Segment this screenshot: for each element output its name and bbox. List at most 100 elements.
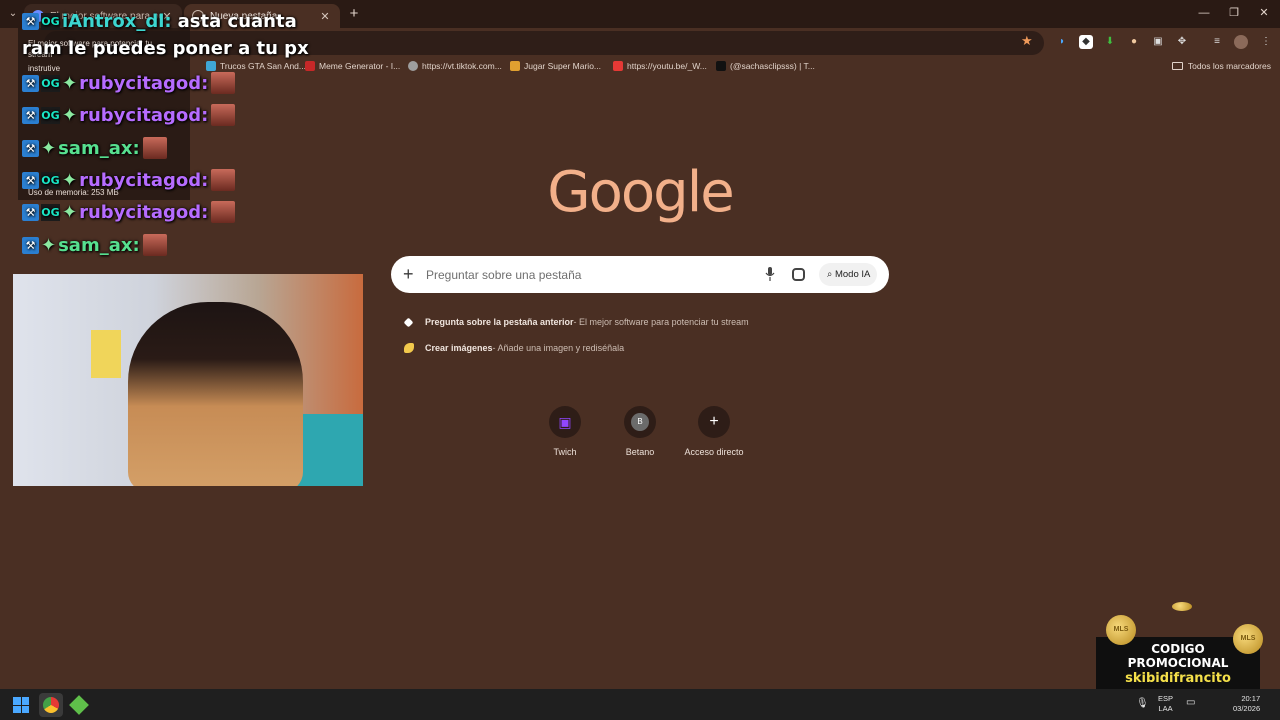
microphone-icon[interactable] bbox=[765, 267, 775, 281]
chat-message: ⚒ OG ✦ rubycitagod: bbox=[22, 104, 236, 126]
chat-text: asta cuanta bbox=[177, 11, 297, 32]
moderator-badge-icon: ⚒ bbox=[22, 106, 39, 124]
suggestion-ask-previous-tab[interactable]: Pregunta sobre la pestaña anterior - El … bbox=[403, 317, 749, 327]
search-input[interactable]: Preguntar sobre una pestaña bbox=[426, 268, 581, 282]
chat-message-continued: ram le puedes poner a tu px bbox=[22, 38, 309, 59]
emote-image bbox=[211, 169, 236, 191]
bookmark-item[interactable]: (@sachasclipsss) | T... bbox=[716, 61, 815, 71]
media-controls-icon[interactable]: ≡ bbox=[1210, 35, 1224, 49]
close-tab-icon[interactable]: ✕ bbox=[318, 10, 332, 23]
chat-message: ⚒ OG iAntrox_dl: asta cuanta bbox=[22, 11, 297, 32]
shortcut-twich[interactable]: ▣ Twich bbox=[530, 406, 600, 457]
network-icon[interactable]: ▭ bbox=[1186, 698, 1195, 708]
bookmark-star-icon[interactable]: ★ bbox=[1021, 33, 1033, 49]
folder-icon bbox=[1171, 62, 1183, 70]
tiktok-icon bbox=[716, 61, 726, 71]
coin-icon: MLS bbox=[1106, 615, 1136, 645]
og-badge-icon: OG bbox=[41, 106, 60, 124]
moderator-badge-icon: ⚒ bbox=[22, 236, 39, 254]
tab-search-button[interactable]: ⌄ bbox=[4, 5, 22, 23]
chat-message: ⚒ OG ✦ rubycitagod: bbox=[22, 169, 236, 191]
clock-date: 03/2026 bbox=[1233, 704, 1261, 713]
extension-download-icon[interactable]: ⬇ bbox=[1103, 35, 1117, 49]
extension-gamepad-icon[interactable]: ▣ bbox=[1151, 35, 1165, 49]
shortcut-betano[interactable]: B Betano bbox=[605, 406, 675, 457]
og-badge-icon: OG bbox=[41, 203, 60, 221]
chrome-taskbar-button[interactable] bbox=[39, 693, 63, 717]
og-badge-icon: OG bbox=[41, 74, 60, 92]
coin-icon: MLS bbox=[1233, 624, 1263, 654]
webcam-overlay bbox=[13, 274, 363, 486]
og-badge-icon: OG bbox=[41, 13, 60, 30]
language-indicator[interactable]: ESP LAA bbox=[1158, 694, 1173, 714]
add-context-icon[interactable]: + bbox=[403, 264, 414, 284]
og-badge-icon: OG bbox=[41, 171, 60, 189]
suggestion-create-images[interactable]: Crear imágenes - Añade una imagen y redi… bbox=[404, 343, 624, 353]
emote-image bbox=[142, 234, 167, 256]
google-lens-icon[interactable] bbox=[792, 268, 805, 281]
plus-icon: + bbox=[698, 406, 730, 438]
bookmark-favicon-icon bbox=[305, 61, 315, 71]
microphone-tray-icon[interactable]: 🎙 bbox=[1136, 699, 1149, 709]
promo-code: skibidifrancito bbox=[1125, 671, 1231, 686]
new-tab-button[interactable]: + bbox=[345, 5, 363, 23]
bookmark-item[interactable]: https://vt.tiktok.com... bbox=[408, 61, 502, 71]
search-box[interactable]: + Preguntar sobre una pestaña ⌕ Modo IA bbox=[391, 256, 889, 293]
moderator-badge-icon: ⚒ bbox=[22, 203, 39, 221]
chat-message: ⚒ ✦ sam_ax: bbox=[22, 137, 167, 159]
all-bookmarks-button[interactable]: Todos los marcadores bbox=[1171, 61, 1271, 71]
betano-icon: B bbox=[624, 406, 656, 438]
bookmark-item[interactable]: https://youtu.be/_W... bbox=[613, 61, 707, 71]
emote-image bbox=[211, 201, 236, 223]
bookmark-item[interactable]: Meme Generator - I... bbox=[305, 61, 400, 71]
twitch-icon: ▣ bbox=[549, 406, 581, 438]
coin-icon bbox=[1172, 602, 1192, 611]
moderator-badge-icon: ⚒ bbox=[22, 74, 39, 92]
extension-wifi-icon[interactable]: ◗ bbox=[1055, 35, 1069, 49]
moderator-badge-icon: ⚒ bbox=[22, 171, 39, 189]
minimize-button[interactable]: — bbox=[1188, 4, 1220, 22]
moderator-badge-icon: ⚒ bbox=[22, 139, 39, 157]
bookmark-item[interactable]: Trucos GTA San And... bbox=[206, 61, 306, 71]
app-taskbar-button[interactable] bbox=[67, 693, 91, 717]
shortcut-label: Betano bbox=[625, 447, 655, 457]
maximize-button[interactable]: ❐ bbox=[1218, 4, 1250, 22]
emote-image bbox=[142, 137, 167, 159]
shortcut-label: Acceso directo bbox=[684, 447, 744, 457]
bookmark-favicon-icon bbox=[510, 61, 520, 71]
ai-mode-button[interactable]: ⌕ Modo IA bbox=[819, 263, 877, 286]
windows-logo-icon bbox=[13, 697, 29, 713]
chat-username: rubycitagod: bbox=[79, 169, 209, 191]
extension-hand-icon[interactable]: ● bbox=[1127, 35, 1141, 49]
magnifier-icon: ⌕ bbox=[827, 269, 835, 280]
wall-poster bbox=[91, 330, 121, 378]
start-button[interactable] bbox=[9, 693, 33, 717]
menu-kebab-icon[interactable]: ⋮ bbox=[1259, 35, 1273, 49]
sparkle-icon: ✦ bbox=[62, 72, 78, 94]
chat-message: ⚒ OG ✦ rubycitagod: bbox=[22, 72, 236, 94]
chat-username: iAntrox_dl: bbox=[62, 11, 172, 32]
chat-username: sam_ax: bbox=[58, 137, 140, 159]
bookmark-item[interactable]: Jugar Super Mario... bbox=[510, 61, 601, 71]
banana-icon bbox=[404, 343, 414, 353]
clock[interactable]: 20:17 03/2026 bbox=[1233, 694, 1260, 714]
chat-username: sam_ax: bbox=[58, 234, 140, 256]
extensions-puzzle-icon[interactable]: ✥ bbox=[1175, 35, 1189, 49]
windows-taskbar bbox=[0, 689, 1280, 720]
shortcut-label: Twich bbox=[553, 447, 577, 457]
shortcut-add[interactable]: + Acceso directo bbox=[679, 406, 749, 457]
emote-image bbox=[211, 104, 236, 126]
chat-username: rubycitagod: bbox=[79, 104, 209, 126]
youtube-icon bbox=[613, 61, 623, 71]
sparkle-icon: ✦ bbox=[62, 201, 78, 223]
profile-avatar[interactable] bbox=[1234, 35, 1248, 49]
clock-time: 20:17 bbox=[1241, 694, 1261, 703]
cube-app-icon bbox=[69, 695, 89, 715]
chat-username: rubycitagod: bbox=[79, 201, 209, 223]
sparkle-icon: ✦ bbox=[41, 234, 57, 256]
close-window-button[interactable]: ✕ bbox=[1248, 4, 1280, 22]
emote-image bbox=[211, 72, 236, 94]
gemini-icon bbox=[403, 317, 414, 327]
extension-gemini-icon[interactable]: ◆ bbox=[1079, 35, 1093, 49]
chat-text: ram le puedes poner a tu px bbox=[22, 38, 309, 59]
